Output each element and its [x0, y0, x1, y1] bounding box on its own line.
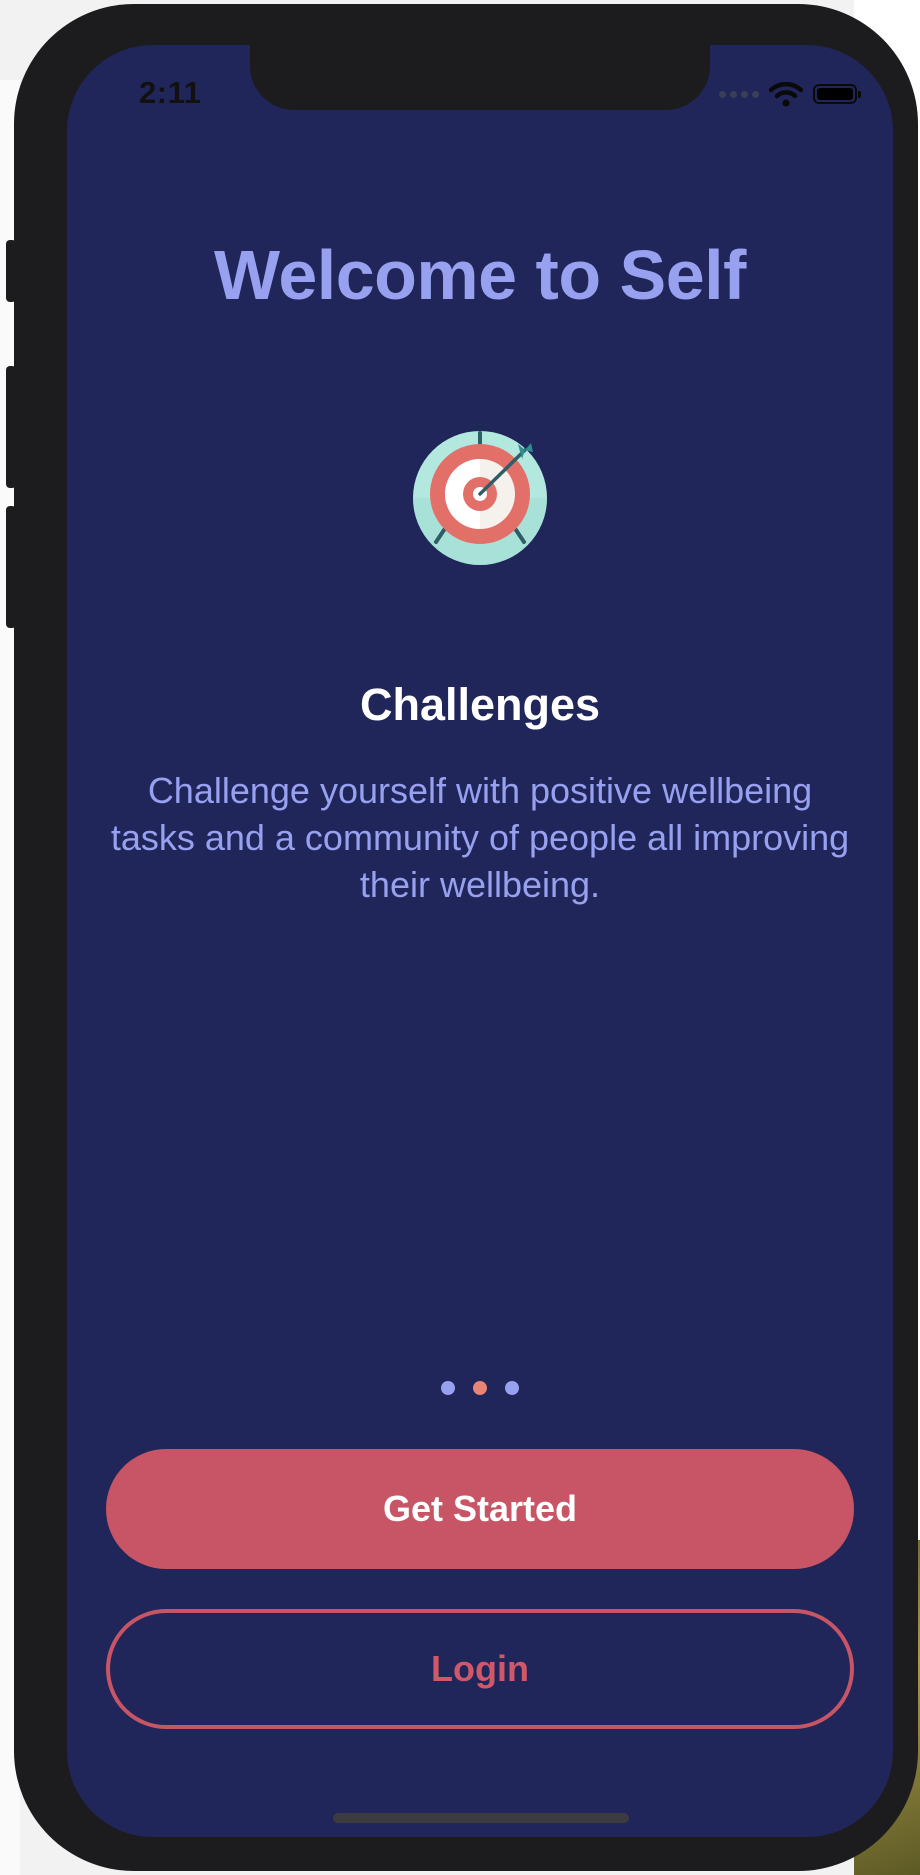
wifi-icon	[769, 81, 803, 107]
cellular-signal-icon	[719, 90, 759, 98]
phone-frame: 2:11 Welcome to Self Challenges Challeng…	[6, 4, 918, 1871]
get-started-button[interactable]: Get Started	[106, 1449, 854, 1569]
page-dot-3[interactable]	[505, 1381, 519, 1395]
app-screen: 2:11 Welcome to Self Challenges Challeng…	[67, 45, 893, 1837]
target-arrow-icon	[413, 431, 547, 565]
status-icons	[719, 79, 861, 109]
notch	[250, 45, 710, 110]
volume-up-button	[6, 366, 16, 488]
page-dot-1[interactable]	[441, 1381, 455, 1395]
login-button[interactable]: Login	[106, 1609, 854, 1729]
page-dot-2[interactable]	[473, 1381, 487, 1395]
welcome-title: Welcome to Self	[214, 236, 746, 314]
silent-switch	[6, 240, 16, 302]
feature-description: Challenge yourself with positive wellbei…	[110, 770, 850, 905]
feature-title: Challenges	[359, 679, 601, 730]
status-time: 2:11	[139, 75, 202, 110]
volume-down-button	[6, 506, 16, 628]
home-indicator[interactable]	[333, 1813, 629, 1823]
page-indicator	[67, 1381, 893, 1395]
battery-icon	[813, 84, 861, 104]
